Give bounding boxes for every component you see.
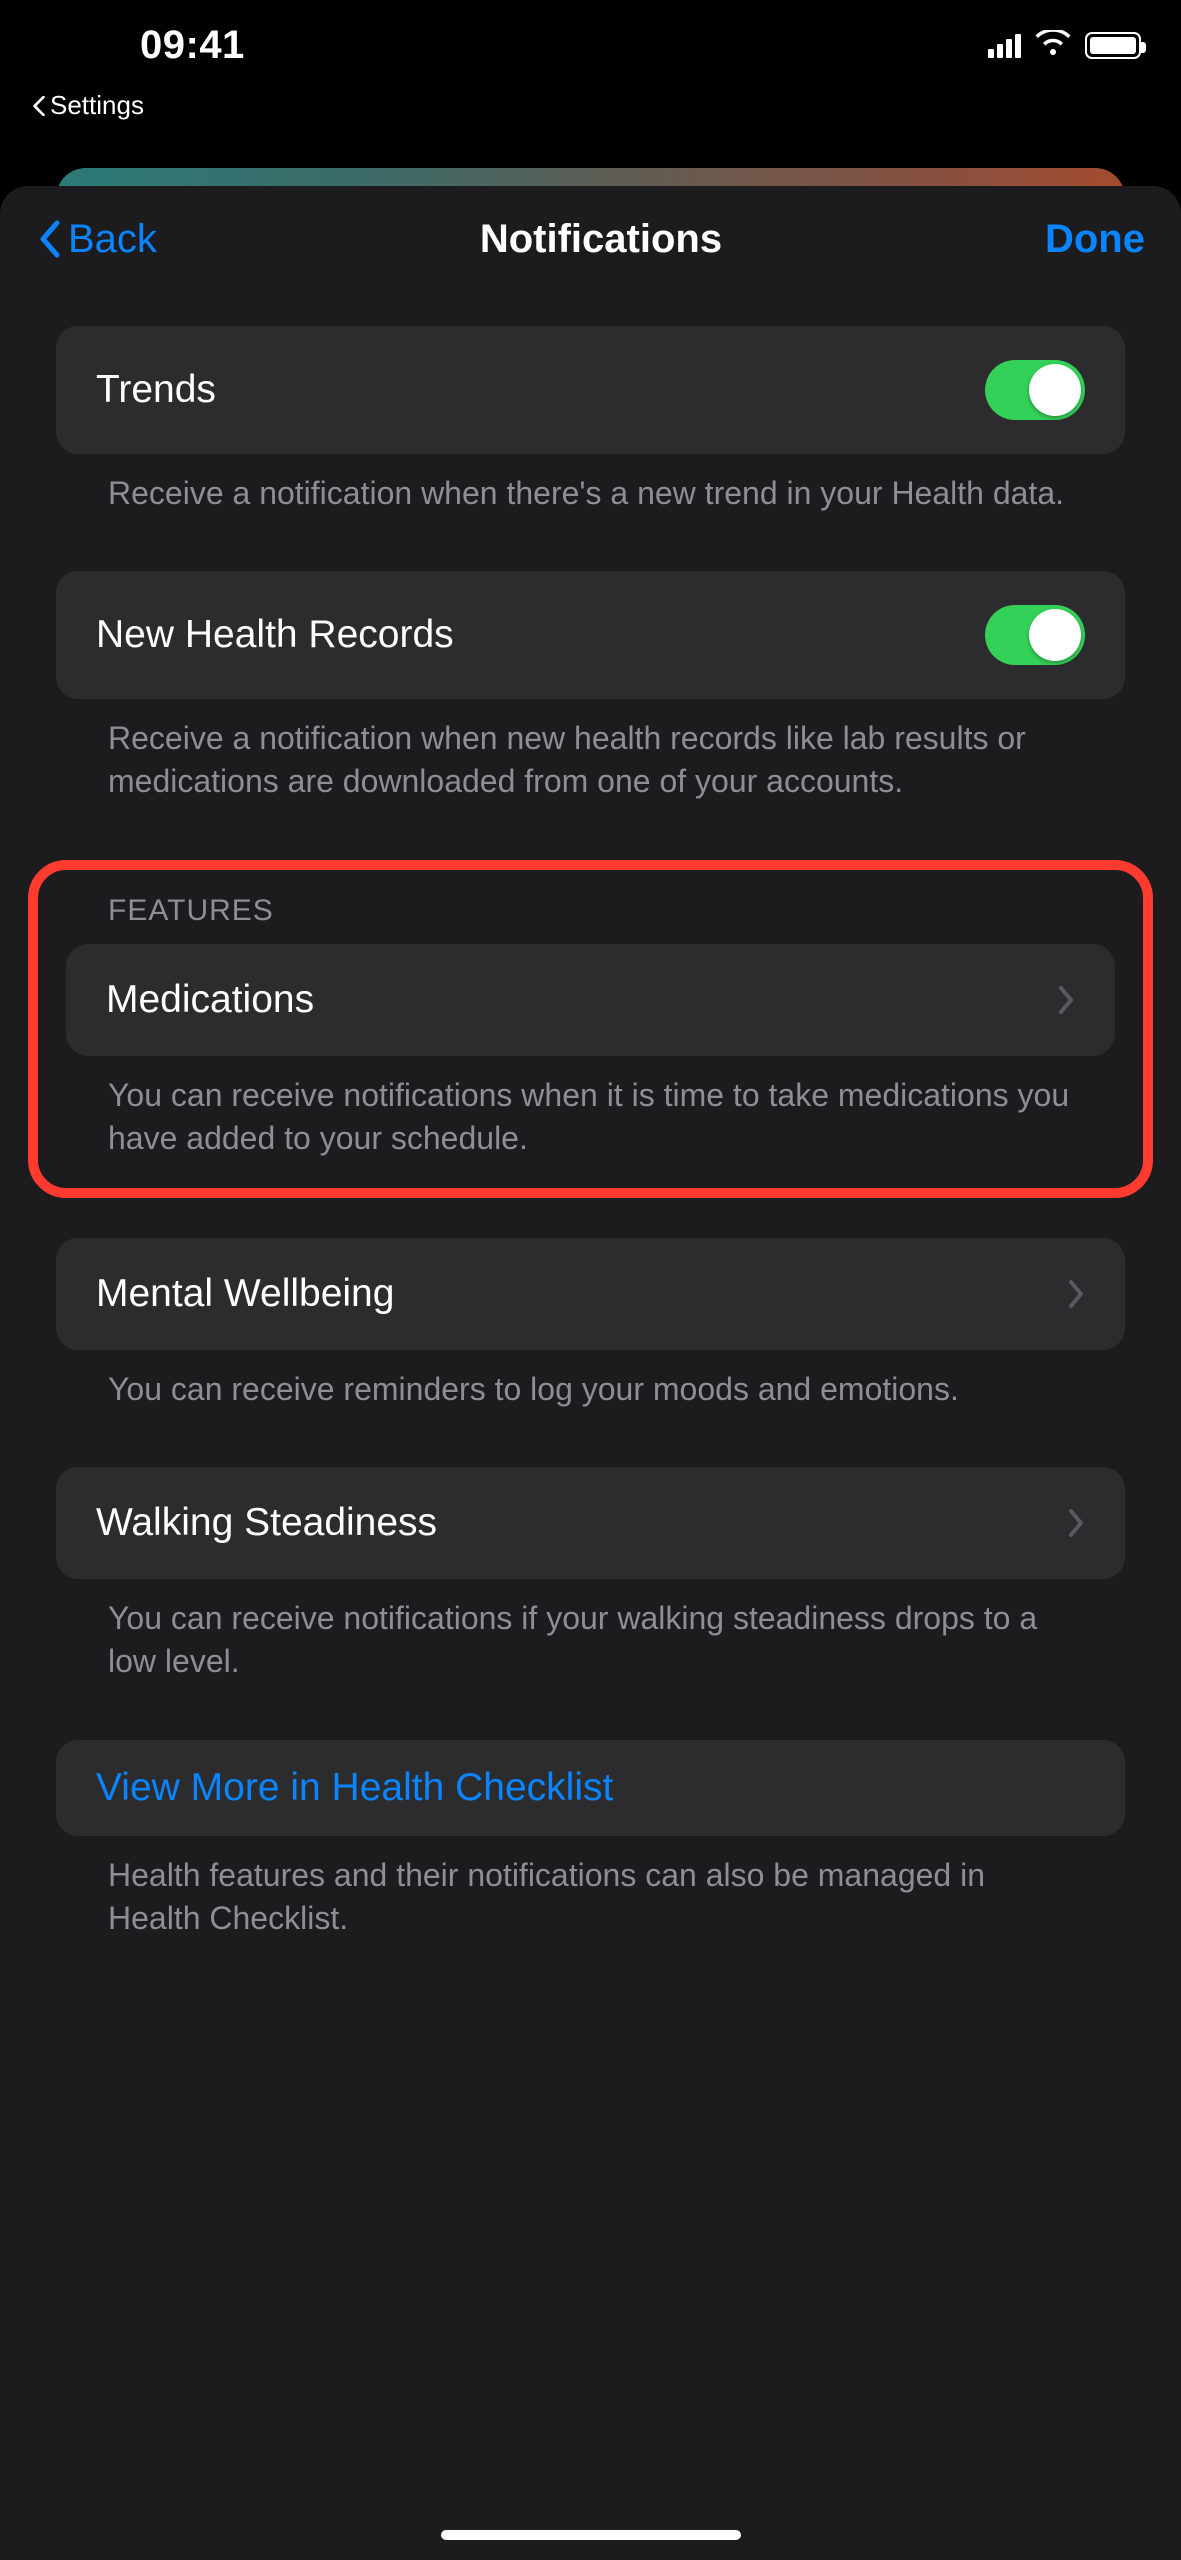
highlight-box: FEATURES Medications You can receive not… [28, 860, 1153, 1198]
medications-label: Medications [106, 978, 314, 1022]
trends-footer: Receive a notification when there's a ne… [56, 454, 1125, 515]
mental-wellbeing-row[interactable]: Mental Wellbeing [56, 1238, 1125, 1350]
trends-toggle[interactable] [985, 360, 1085, 420]
back-caret-icon [32, 96, 46, 116]
chevron-right-icon [1067, 1279, 1085, 1309]
mental-wellbeing-label: Mental Wellbeing [96, 1272, 394, 1316]
health-records-footer: Receive a notification when new health r… [56, 699, 1125, 803]
walking-steadiness-row[interactable]: Walking Steadiness [56, 1467, 1125, 1579]
cellular-icon [988, 32, 1021, 58]
trends-row: Trends [56, 326, 1125, 454]
health-checklist-row[interactable]: View More in Health Checklist [56, 1740, 1125, 1836]
trends-label: Trends [96, 368, 216, 412]
done-button[interactable]: Done [1045, 217, 1145, 262]
chevron-right-icon [1067, 1508, 1085, 1538]
health-checklist-label: View More in Health Checklist [96, 1766, 613, 1810]
status-icons [988, 30, 1141, 61]
medications-footer: You can receive notifications when it is… [56, 1056, 1125, 1160]
content: Trends Receive a notification when there… [0, 292, 1181, 1940]
features-header: FEATURES [56, 894, 1125, 944]
mental-wellbeing-footer: You can receive reminders to log your mo… [56, 1350, 1125, 1411]
return-to-app[interactable]: Settings [32, 90, 144, 121]
modal-sheet: Back Notifications Done Trends Receive a… [0, 186, 1181, 2560]
walking-steadiness-label: Walking Steadiness [96, 1501, 437, 1545]
walking-steadiness-footer: You can receive notifications if your wa… [56, 1579, 1125, 1683]
status-bar: 09:41 [0, 0, 1181, 90]
medications-row[interactable]: Medications [66, 944, 1115, 1056]
nav-bar: Back Notifications Done [0, 186, 1181, 292]
back-label: Back [68, 217, 157, 262]
page-title: Notifications [480, 217, 722, 262]
health-records-toggle[interactable] [985, 605, 1085, 665]
wifi-icon [1035, 30, 1071, 61]
health-records-label: New Health Records [96, 613, 454, 657]
status-time: 09:41 [140, 23, 245, 68]
chevron-left-icon [36, 219, 62, 259]
health-records-row: New Health Records [56, 571, 1125, 699]
home-indicator[interactable] [441, 2530, 741, 2540]
back-button[interactable]: Back [36, 217, 157, 262]
return-to-app-label: Settings [50, 90, 144, 121]
battery-icon [1085, 32, 1141, 59]
chevron-right-icon [1057, 985, 1075, 1015]
health-checklist-footer: Health features and their notifications … [56, 1836, 1125, 1940]
